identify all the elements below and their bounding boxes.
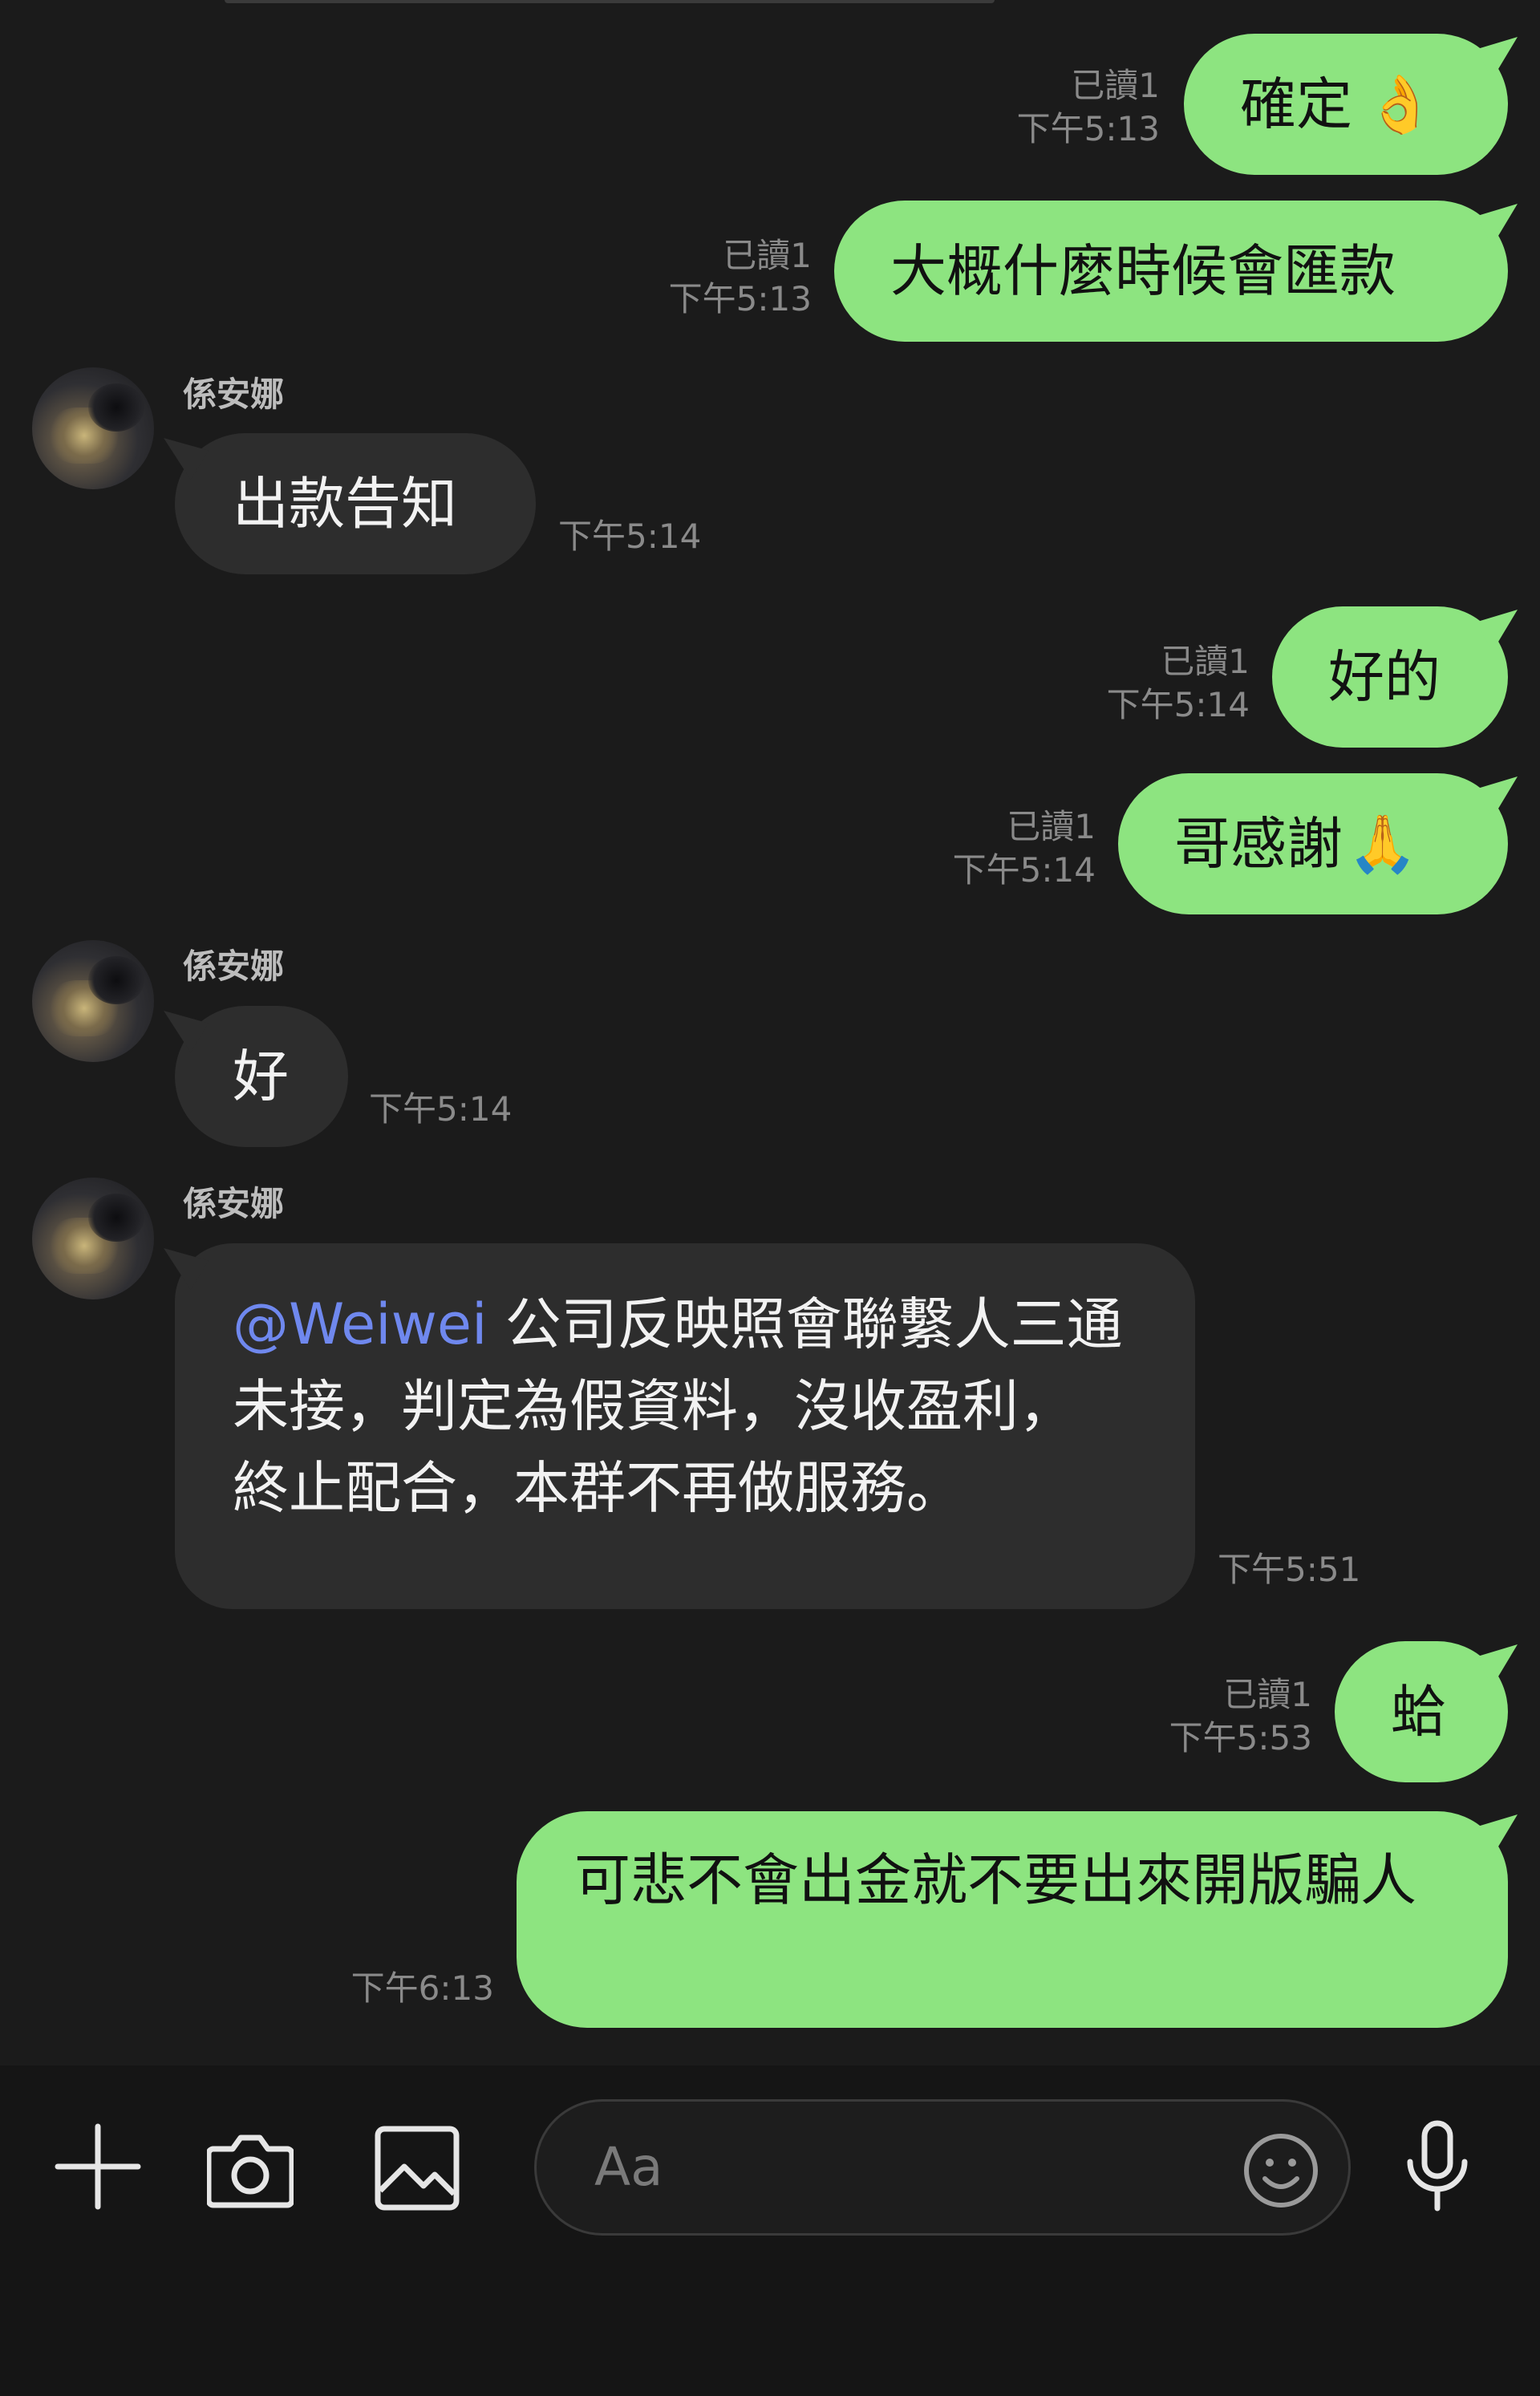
message-text: 出款告知 [233,471,457,537]
read-receipt: 已讀1 [1071,66,1160,105]
received-message-bubble[interactable]: 好 [164,1006,348,1147]
timestamp: 下午5:14 [558,517,702,556]
bubble-tail [1476,776,1518,818]
message-composer: Aa [0,2066,1540,2396]
message-input[interactable]: Aa [534,2099,1351,2236]
timestamp: 下午5:14 [369,1089,513,1129]
message-meta: 已讀1 下午5:13 [669,234,812,321]
message-text: 確定 [1240,71,1352,137]
emoji-icon[interactable] [1242,2132,1319,2209]
message-text: 好 [233,1044,289,1109]
sent-message-bubble[interactable]: 可悲不會出金就不要出來開版騙人 [517,1811,1518,2028]
sent-message-bubble[interactable]: 哥感謝 🙏 [1118,773,1518,914]
bubble-tail [1476,610,1518,651]
message-meta: 已讀1 下午5:14 [953,805,1096,892]
bubble-tail [164,1248,209,1290]
previous-message-edge [225,0,995,3]
timestamp: 下午5:51 [1218,1550,1361,1589]
bubble-tail [1476,1644,1518,1686]
camera-icon[interactable] [207,2128,294,2208]
bubble-tail [164,1011,209,1052]
received-message-bubble[interactable]: @Weiwei 公司反映照會聯繫人三通未接，判定為假資料，沒收盈利，終止配合，本… [164,1243,1195,1609]
timestamp: 下午5:13 [1016,109,1160,148]
message-meta: 已讀1 下午5:13 [1017,64,1160,151]
ok-hand-emoji: 👌 [1365,71,1436,137]
plus-icon[interactable] [55,2123,141,2210]
sender-name: 係安娜 [183,375,285,414]
message-meta: 已讀1 下午5:53 [1169,1673,1312,1760]
bubble-tail [1476,37,1518,79]
read-receipt: 已讀1 [1161,642,1250,681]
message-text: @Weiwei 公司反映照會聯繫人三通未接，判定為假資料，沒收盈利，終止配合，本… [233,1283,1123,1529]
message-text: 大概什麼時候會匯款 [890,238,1396,304]
timestamp: 下午6:13 [351,1968,494,2008]
message-text: 好的 [1328,644,1441,710]
sender-name: 係安娜 [183,1184,285,1223]
sent-message-bubble[interactable]: 大概什麼時候會匯款 [834,201,1518,342]
bubble-tail [1476,1814,1518,1856]
timestamp: 下午5:13 [668,279,812,318]
mention-link[interactable]: @Weiwei [233,1291,487,1357]
avatar[interactable] [32,367,154,489]
avatar[interactable] [32,1178,154,1299]
sent-message-bubble[interactable]: 好的 [1272,606,1518,748]
read-receipt: 已讀1 [1007,807,1096,846]
avatar[interactable] [32,940,154,1062]
sender-name: 係安娜 [183,947,285,986]
bubble-tail [1476,204,1518,245]
microphone-icon[interactable] [1404,2118,1471,2215]
received-message-bubble[interactable]: 出款告知 [164,433,536,574]
timestamp: 下午5:53 [1169,1718,1312,1757]
sent-message-bubble[interactable]: 蛤 [1335,1641,1518,1782]
timestamp: 下午5:14 [1106,685,1250,724]
message-text: 哥感謝 [1174,811,1343,877]
bubble-tail [164,438,209,480]
image-icon[interactable] [374,2125,460,2212]
message-text: 可悲不會出金就不要出來開版騙人 [574,1847,1416,1913]
input-placeholder: Aa [594,2136,663,2198]
read-receipt: 已讀1 [1223,1675,1312,1714]
message-meta: 已讀1 下午5:14 [1107,640,1250,727]
folded-hands-emoji: 🙏 [1348,811,1418,877]
message-text: 蛤 [1391,1679,1447,1745]
chat-history[interactable]: 已讀1 下午5:13 確定 👌 已讀1 下午5:13 大概什麼時候會匯款 係安娜… [0,0,1540,2066]
sent-message-bubble[interactable]: 確定 👌 [1184,34,1518,175]
timestamp: 下午5:14 [952,850,1096,890]
read-receipt: 已讀1 [723,236,812,275]
